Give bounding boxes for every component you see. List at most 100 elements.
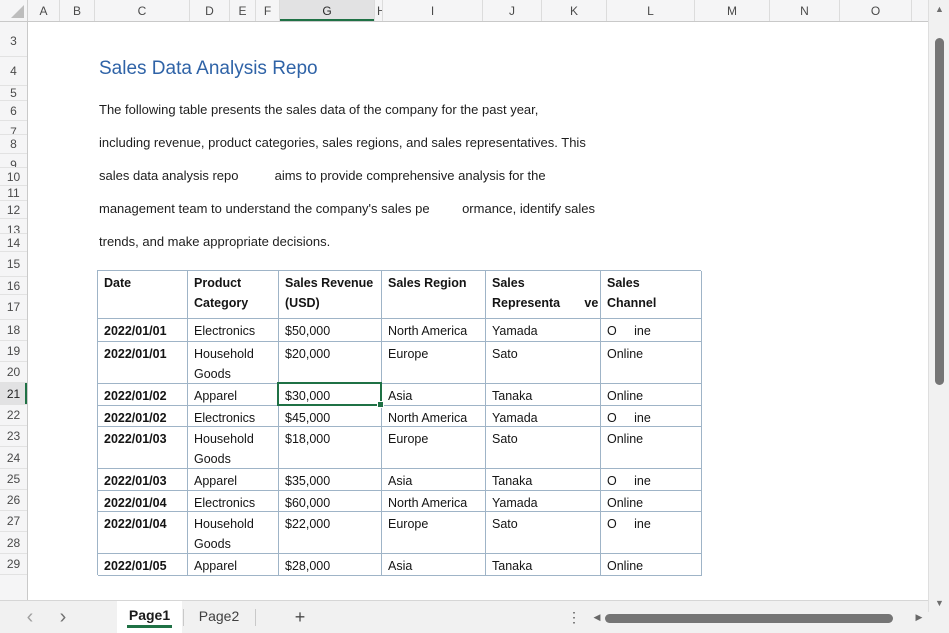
row-header-14[interactable]: 14	[0, 234, 27, 252]
cell-rep[interactable]: Sato	[486, 342, 601, 384]
cell-rep[interactable]: Sato	[486, 427, 601, 469]
row-header-7[interactable]: 7	[0, 121, 27, 135]
cell-region[interactable]: Asia	[382, 384, 486, 406]
scroll-up-icon[interactable]: ▲	[929, 2, 949, 16]
row-header-8[interactable]: 8	[0, 135, 27, 154]
column-header-o[interactable]: O	[840, 0, 912, 21]
cell-category[interactable]: Electronics	[188, 491, 279, 512]
cell-date[interactable]: 2022/01/03	[98, 469, 188, 491]
prev-sheet-icon[interactable]: ‹	[19, 601, 41, 633]
cell-category[interactable]: Electronics	[188, 319, 279, 342]
cell-rep[interactable]: Tanaka	[486, 554, 601, 576]
next-sheet-icon[interactable]: ›	[52, 601, 74, 633]
cell-revenue[interactable]: $18,000	[279, 427, 382, 469]
row-header-22[interactable]: 22	[0, 405, 27, 426]
table-header-channel[interactable]: Sales Channel	[601, 271, 702, 319]
table-header-date[interactable]: Date	[98, 271, 188, 319]
cell-revenue[interactable]: $60,000	[279, 491, 382, 512]
column-header-i[interactable]: I	[383, 0, 483, 21]
cell-category[interactable]: Household Goods	[188, 427, 279, 469]
cell-region[interactable]: Asia	[382, 554, 486, 576]
table-header-category[interactable]: Product Category	[188, 271, 279, 319]
row-header-24[interactable]: 24	[0, 447, 27, 469]
cell-category[interactable]: Apparel	[188, 384, 279, 406]
column-header-m[interactable]: M	[695, 0, 770, 21]
column-header-c[interactable]: C	[95, 0, 190, 21]
column-header-e[interactable]: E	[230, 0, 256, 21]
cell-category[interactable]: Electronics	[188, 406, 279, 427]
cell-date[interactable]: 2022/01/05	[98, 554, 188, 576]
horizontal-scroll-thumb[interactable]	[605, 614, 893, 623]
cell-date[interactable]: 2022/01/04	[98, 512, 188, 554]
row-header-15[interactable]: 15	[0, 252, 27, 277]
cell-region[interactable]: North America	[382, 491, 486, 512]
table-header-revenue[interactable]: Sales Revenue (USD)	[279, 271, 382, 319]
row-header-17[interactable]: 17	[0, 295, 27, 320]
row-header-9[interactable]: 9	[0, 154, 27, 168]
column-header-a[interactable]: A	[28, 0, 60, 21]
row-header-27[interactable]: 27	[0, 511, 27, 532]
sheet-tab-page1[interactable]: Page1	[117, 601, 182, 633]
more-options-icon[interactable]: ⋮	[566, 601, 582, 633]
row-header-19[interactable]: 19	[0, 341, 27, 362]
cell-revenue[interactable]: $45,000	[279, 406, 382, 427]
scroll-right-icon[interactable]: ▶	[911, 601, 927, 633]
cell-category[interactable]: Apparel	[188, 554, 279, 576]
cell-region[interactable]: Europe	[382, 342, 486, 384]
cell-channel[interactable]: O ine	[601, 319, 702, 342]
scroll-left-icon[interactable]: ◀	[589, 601, 605, 633]
column-header-k[interactable]: K	[542, 0, 607, 21]
cell-channel[interactable]: O ine	[601, 512, 702, 554]
cell-date[interactable]: 2022/01/01	[98, 319, 188, 342]
cell-region[interactable]: North America	[382, 319, 486, 342]
cell-revenue[interactable]: $35,000	[279, 469, 382, 491]
vertical-scroll-thumb[interactable]	[935, 38, 944, 385]
selected-cell[interactable]	[277, 382, 382, 406]
column-header-b[interactable]: B	[60, 0, 95, 21]
select-all-corner[interactable]	[0, 0, 28, 21]
cell-revenue[interactable]: $22,000	[279, 512, 382, 554]
row-header-28[interactable]: 28	[0, 532, 27, 554]
column-header-n[interactable]: N	[770, 0, 840, 21]
column-header-d[interactable]: D	[190, 0, 230, 21]
cell-date[interactable]: 2022/01/02	[98, 384, 188, 406]
cell-date[interactable]: 2022/01/02	[98, 406, 188, 427]
cell-date[interactable]: 2022/01/03	[98, 427, 188, 469]
row-header-10[interactable]: 10	[0, 168, 27, 186]
cell-channel[interactable]: Online	[601, 491, 702, 512]
cell-channel[interactable]: O ine	[601, 406, 702, 427]
cell-date[interactable]: 2022/01/04	[98, 491, 188, 512]
row-header-13[interactable]: 13	[0, 219, 27, 234]
column-header-h[interactable]: H	[375, 0, 383, 21]
cell-date[interactable]: 2022/01/01	[98, 342, 188, 384]
sheet-tab-page2[interactable]: Page2	[184, 601, 254, 633]
scroll-down-icon[interactable]: ▼	[929, 596, 949, 610]
cell-category[interactable]: Apparel	[188, 469, 279, 491]
row-header-5[interactable]: 5	[0, 86, 27, 101]
add-sheet-button[interactable]: +	[284, 601, 316, 633]
cell-rep[interactable]: Sato	[486, 512, 601, 554]
column-header-j[interactable]: J	[483, 0, 542, 21]
cell-rep[interactable]: Yamada	[486, 406, 601, 427]
row-header-4[interactable]: 4	[0, 57, 27, 86]
cell-revenue[interactable]: $20,000	[279, 342, 382, 384]
row-header-26[interactable]: 26	[0, 490, 27, 511]
row-header-29[interactable]: 29	[0, 554, 27, 575]
cell-region[interactable]: North America	[382, 406, 486, 427]
cell-channel[interactable]: O ine	[601, 469, 702, 491]
row-header-21[interactable]: 21	[0, 383, 27, 405]
cell-channel[interactable]: Online	[601, 384, 702, 406]
row-header-20[interactable]: 20	[0, 362, 27, 383]
table-header-region[interactable]: Sales Region	[382, 271, 486, 319]
row-header-16[interactable]: 16	[0, 277, 27, 295]
cell-category[interactable]: Household Goods	[188, 512, 279, 554]
cell-category[interactable]: Household Goods	[188, 342, 279, 384]
sheet-canvas[interactable]: Sales Data Analysis Repo The following t…	[28, 22, 928, 600]
cell-rep[interactable]: Tanaka	[486, 469, 601, 491]
row-header-12[interactable]: 12	[0, 201, 27, 219]
cell-revenue[interactable]: $28,000	[279, 554, 382, 576]
cell-region[interactable]: Europe	[382, 427, 486, 469]
fill-handle-icon[interactable]	[377, 401, 384, 408]
row-header-18[interactable]: 18	[0, 320, 27, 341]
row-header-3[interactable]: 3	[0, 26, 27, 57]
